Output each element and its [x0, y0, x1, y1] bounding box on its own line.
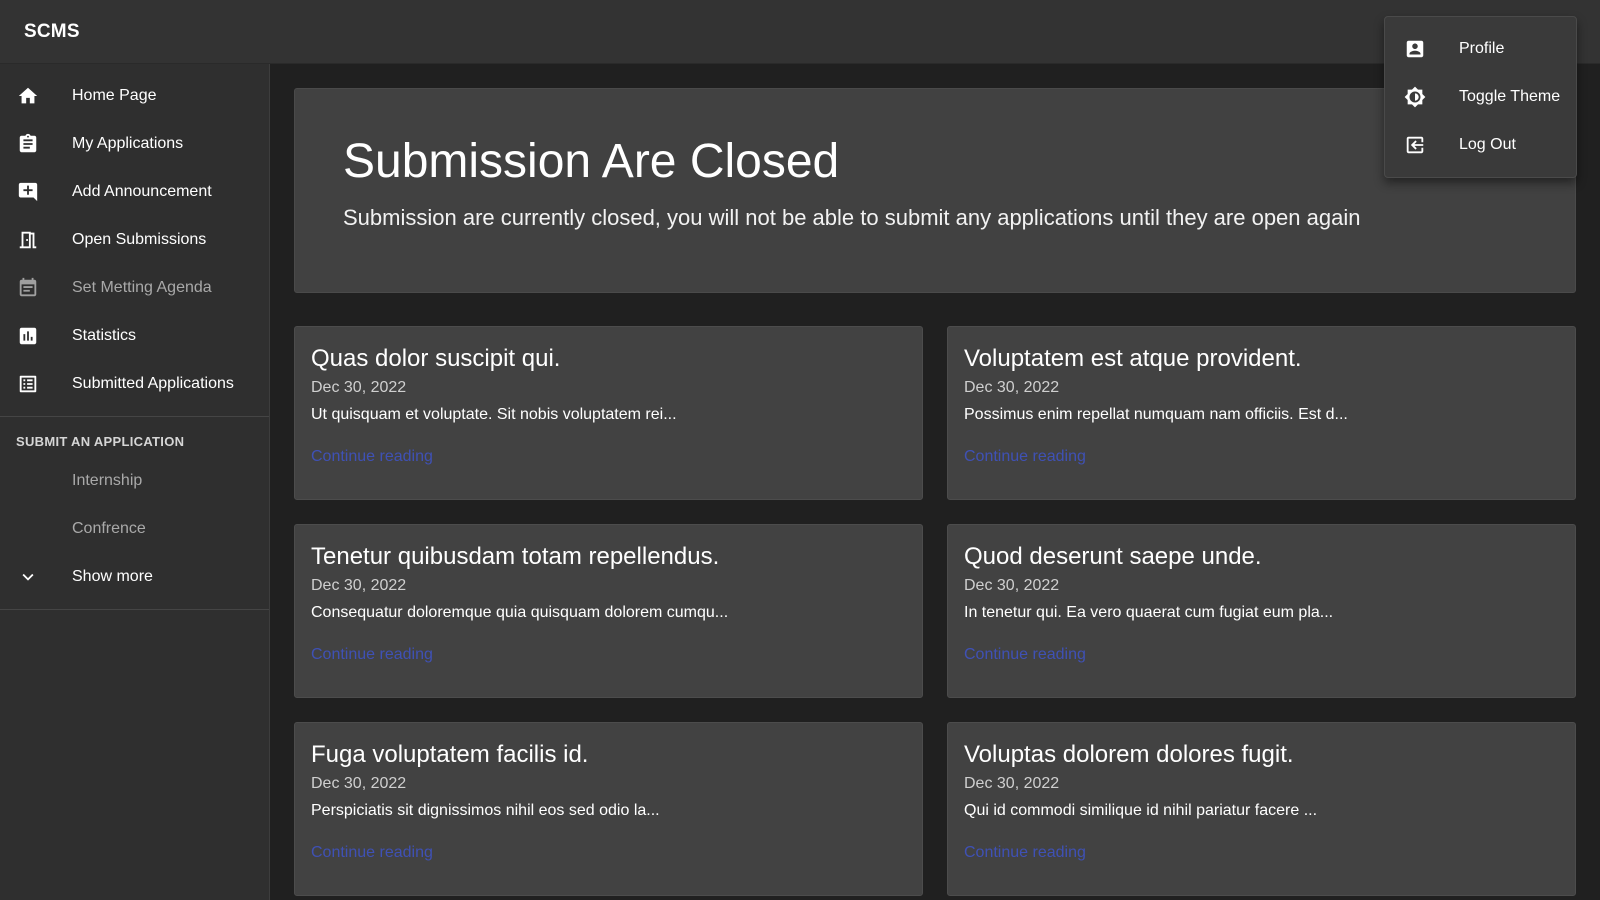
sidebar-item-home-page[interactable]: Home Page	[0, 72, 269, 120]
sidebar-item-set-metting-agenda[interactable]: Set Metting Agenda	[0, 264, 269, 312]
announcement-date: Dec 30, 2022	[311, 379, 407, 396]
menu-item-label: Log Out	[1459, 136, 1516, 153]
sidebar-divider	[0, 609, 269, 610]
announcement-title: Quas dolor suscipit qui.	[311, 345, 561, 372]
sidebar-item-label: Submitted Applications	[72, 375, 234, 392]
app-title: SCMS	[24, 20, 80, 42]
sidebar-item-label: Add Announcement	[72, 183, 212, 200]
continue-reading-link[interactable]: Continue reading	[964, 448, 1086, 466]
menu-item-log-out[interactable]: Log Out	[1385, 121, 1576, 169]
announcement-date: Dec 30, 2022	[311, 775, 407, 792]
user-menu: Profile Toggle Theme Log Out	[1384, 16, 1577, 178]
sidebar-section-header: SUBMIT AN APPLICATION	[16, 433, 185, 449]
continue-reading-link[interactable]: Continue reading	[311, 844, 433, 862]
announcement-date: Dec 30, 2022	[964, 379, 1060, 396]
add-comment-icon	[16, 180, 40, 204]
announcement-card: Fuga voluptatem facilis id. Dec 30, 2022…	[294, 722, 923, 896]
sidebar-item-add-announcement[interactable]: Add Announcement	[0, 168, 269, 216]
home-icon	[16, 84, 40, 108]
sidebar-item-statistics[interactable]: Statistics	[0, 312, 269, 360]
menu-item-label: Profile	[1459, 40, 1505, 57]
show-more-label: Show more	[72, 568, 153, 585]
announcement-excerpt: Perspiciatis sit dignissimos nihil eos s…	[311, 802, 660, 819]
show-more-button[interactable]: Show more	[0, 553, 269, 601]
announcement-title: Tenetur quibusdam totam repellendus.	[311, 543, 720, 570]
announcement-title: Voluptas dolorem dolores fugit.	[964, 741, 1294, 768]
banner-title: Submission Are Closed	[343, 135, 840, 188]
announcement-card: Voluptatem est atque provident. Dec 30, …	[947, 326, 1576, 500]
announcement-excerpt: In tenetur qui. Ea vero quaerat cum fugi…	[964, 604, 1334, 621]
announcement-date: Dec 30, 2022	[964, 775, 1060, 792]
bar-chart-icon	[16, 324, 40, 348]
announcement-date: Dec 30, 2022	[964, 577, 1060, 594]
announcement-card: Quas dolor suscipit qui. Dec 30, 2022 Ut…	[294, 326, 923, 500]
menu-item-profile[interactable]: Profile	[1385, 25, 1576, 73]
announcement-grid: Quas dolor suscipit qui. Dec 30, 2022 Ut…	[294, 326, 1576, 896]
sidebar-item-open-submissions[interactable]: Open Submissions	[0, 216, 269, 264]
sidebar-item-label: Confrence	[72, 520, 146, 537]
announcement-title: Voluptatem est atque provident.	[964, 345, 1302, 372]
sidebar-item-submitted-applications[interactable]: Submitted Applications	[0, 360, 269, 408]
sidebar-divider	[0, 416, 269, 417]
sidebar-nav: Home Page My Applications Add Announceme…	[0, 64, 269, 408]
sidebar: Home Page My Applications Add Announceme…	[0, 64, 270, 900]
clipboard-icon	[16, 132, 40, 156]
continue-reading-link[interactable]: Continue reading	[311, 646, 433, 664]
menu-item-label: Toggle Theme	[1459, 88, 1561, 105]
sidebar-item-label: My Applications	[72, 135, 184, 152]
sidebar-item-label: Statistics	[72, 327, 137, 344]
sidebar-item-my-applications[interactable]: My Applications	[0, 120, 269, 168]
sidebar-item-label: Set Metting Agenda	[72, 279, 212, 296]
continue-reading-link[interactable]: Continue reading	[964, 646, 1086, 664]
sidebar-item-internship[interactable]: Internship	[0, 457, 269, 505]
list-icon	[16, 372, 40, 396]
continue-reading-link[interactable]: Continue reading	[964, 844, 1086, 862]
door-open-icon	[16, 228, 40, 252]
app-bar: SCMS	[0, 0, 1600, 64]
continue-reading-link[interactable]: Continue reading	[311, 448, 433, 466]
sidebar-item-confrence[interactable]: Confrence	[0, 505, 269, 553]
announcement-title: Quod deserunt saepe unde.	[964, 543, 1262, 570]
calendar-icon	[16, 276, 40, 300]
main-content: Submission Are Closed Submission are cur…	[270, 64, 1600, 900]
announcement-excerpt: Qui id commodi similique id nihil pariat…	[964, 802, 1318, 819]
chevron-down-icon	[16, 565, 40, 589]
announcement-card: Voluptas dolorem dolores fugit. Dec 30, …	[947, 722, 1576, 896]
announcement-title: Fuga voluptatem facilis id.	[311, 741, 589, 768]
announcement-excerpt: Consequatur doloremque quia quisquam dol…	[311, 604, 729, 621]
logout-icon	[1403, 133, 1427, 157]
announcement-card: Quod deserunt saepe unde. Dec 30, 2022 I…	[947, 524, 1576, 698]
sidebar-item-label: Open Submissions	[72, 231, 207, 248]
sidebar-item-label: Internship	[72, 472, 143, 489]
sidebar-item-label: Home Page	[72, 87, 157, 104]
banner-subtitle: Submission are currently closed, you wil…	[343, 205, 1361, 230]
announcement-excerpt: Ut quisquam et voluptate. Sit nobis volu…	[311, 406, 677, 423]
menu-item-toggle-theme[interactable]: Toggle Theme	[1385, 73, 1576, 121]
account-box-icon	[1403, 37, 1427, 61]
announcement-excerpt: Possimus enim repellat numquam nam offic…	[964, 406, 1348, 423]
announcement-date: Dec 30, 2022	[311, 577, 407, 594]
brightness-icon	[1403, 85, 1427, 109]
announcement-card: Tenetur quibusdam totam repellendus. Dec…	[294, 524, 923, 698]
